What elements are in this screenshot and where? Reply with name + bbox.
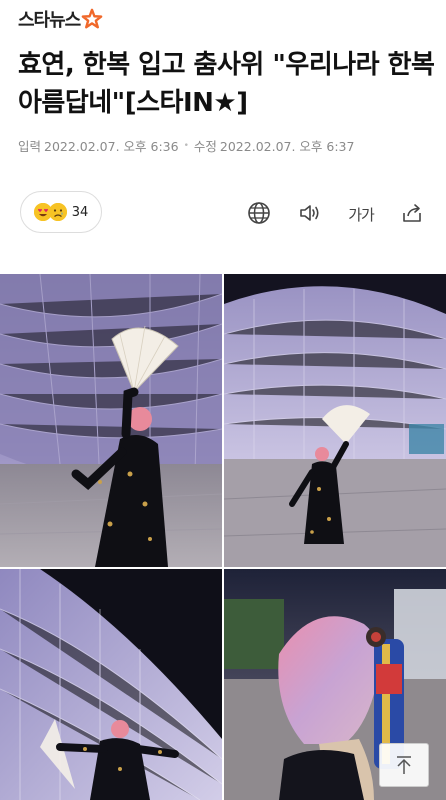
arrow-up-icon [397,756,411,774]
font-size-icon[interactable]: 가가 [346,201,376,225]
modified-label: 수정 [193,139,217,154]
hanbok-fan-dance-photo-2[interactable] [224,274,446,567]
font-size-label: 가가 [348,206,375,224]
share-icon[interactable] [400,201,424,225]
article-meta: 입력 2022.02.07. 오후 6:36 • 수정 2022.02.07. … [18,136,354,155]
meta-separator: • [183,140,189,151]
logo-text: 스타뉴스 [18,10,81,31]
site-logo[interactable]: 스타뉴스 [18,2,103,36]
speaker-icon[interactable] [298,201,322,225]
scroll-top-button[interactable] [379,743,429,787]
heart-eyes-emoji-icon [33,203,52,221]
logo-star-icon [81,8,103,29]
hanbok-fan-dance-photo-3[interactable] [0,569,222,800]
reaction-button[interactable]: 34 [20,191,102,233]
published-date: 2022.02.07. 오후 6:36 [44,139,179,154]
modified-date: 2022.02.07. 오후 6:37 [219,139,355,154]
globe-icon[interactable] [247,201,271,225]
reaction-count: 34 [71,204,89,220]
article-headline: 효연, 한복 입고 춤사위 "우리나라 한복 아름답네"[스타IN★] [18,50,435,118]
photo-gallery [0,274,446,800]
hanbok-fan-dance-photo-1[interactable] [0,274,222,567]
published-label: 입력 [18,139,42,154]
